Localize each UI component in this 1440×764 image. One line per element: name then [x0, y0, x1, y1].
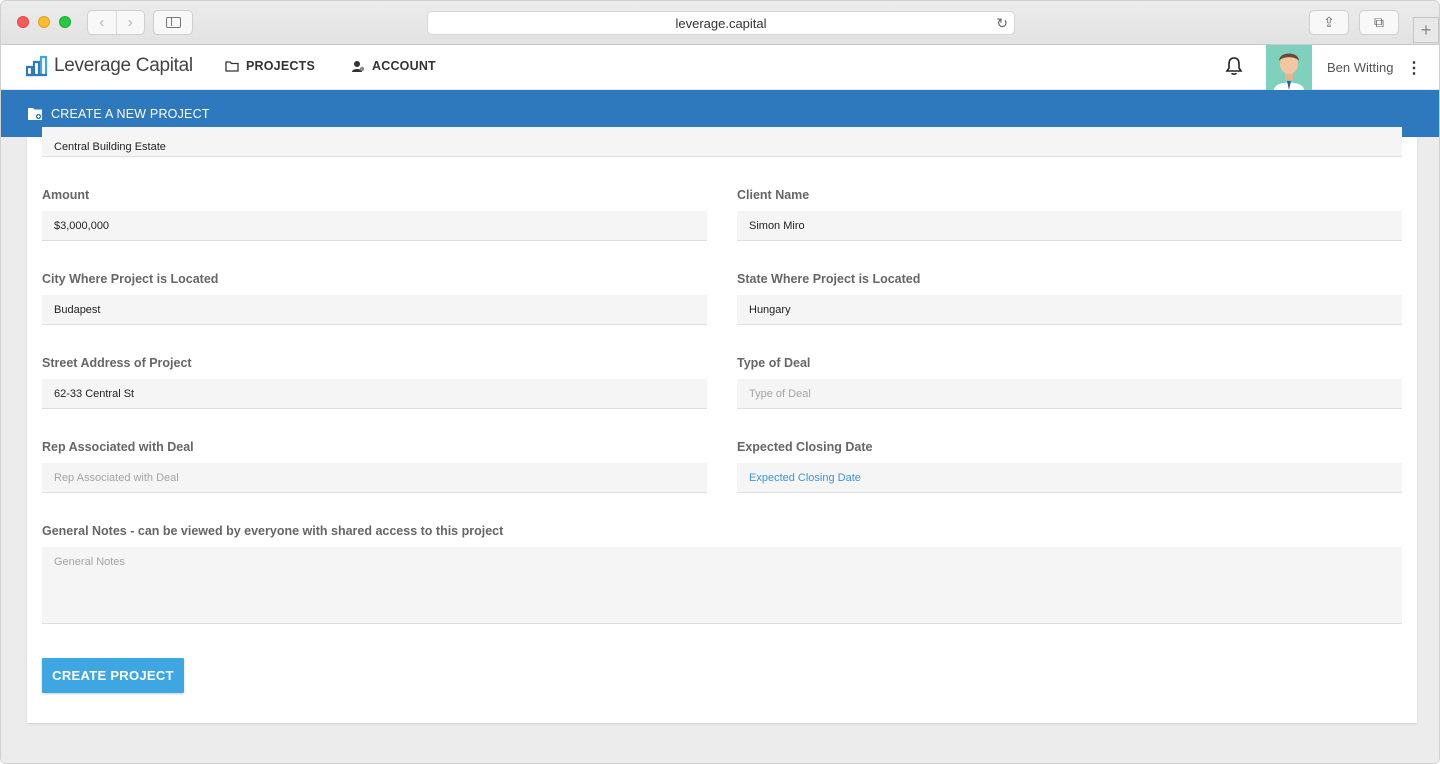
sidebar-toggle-button[interactable] — [153, 10, 193, 35]
nav-account[interactable]: ACCOUNT — [351, 59, 436, 73]
notes-label: General Notes - can be viewed by everyon… — [42, 524, 504, 538]
amount-input[interactable]: $3,000,000 — [42, 211, 707, 241]
avatar[interactable] — [1266, 45, 1312, 90]
bell-icon[interactable] — [1225, 56, 1243, 81]
state-input[interactable]: Hungary — [737, 295, 1402, 325]
account-icon — [351, 60, 365, 73]
share-icon: ⇪ — [1323, 14, 1335, 30]
nav-account-label: ACCOUNT — [372, 59, 436, 73]
street-label: Street Address of Project — [42, 356, 192, 370]
new-folder-icon — [27, 107, 43, 121]
app-header: Leverage Capital PROJECTS ACCOUNT Ben Wi… — [1, 45, 1439, 90]
state-label: State Where Project is Located — [737, 272, 921, 286]
folder-icon — [225, 60, 239, 72]
browser-toolbar: ‹ › leverage.capital ↻ ⇪ ⧉ + — [1, 1, 1439, 45]
reload-icon[interactable]: ↻ — [996, 15, 1008, 32]
sidebar-icon — [165, 17, 181, 28]
client-name-input[interactable]: Simon Miro — [737, 211, 1402, 241]
street-input[interactable]: 62-33 Central St — [42, 379, 707, 409]
new-tab-button[interactable]: + — [1413, 17, 1439, 43]
nav-projects-label: PROJECTS — [246, 59, 315, 73]
client-name-label: Client Name — [737, 188, 810, 202]
amount-label: Amount — [42, 188, 90, 202]
rep-label: Rep Associated with Deal — [42, 440, 194, 454]
closing-date-input[interactable]: Expected Closing Date — [737, 463, 1402, 493]
close-window-button[interactable] — [17, 16, 29, 28]
address-bar[interactable]: leverage.capital ↻ — [427, 11, 1015, 35]
deal-type-label: Type of Deal — [737, 356, 811, 370]
tabs-icon: ⧉ — [1374, 14, 1384, 30]
history-nav: ‹ › — [87, 10, 145, 35]
minimize-window-button[interactable] — [38, 16, 50, 28]
project-name-input[interactable]: Central Building Estate — [42, 127, 1402, 157]
city-input[interactable]: Budapest — [42, 295, 707, 325]
project-form-card: Central Building Estate Amount $3,000,00… — [27, 127, 1417, 723]
nav-projects[interactable]: PROJECTS — [225, 59, 315, 73]
more-vertical-icon[interactable]: ⋮ — [1406, 58, 1422, 78]
url-text: leverage.capital — [675, 15, 767, 31]
share-button[interactable]: ⇪ — [1309, 10, 1349, 35]
notes-textarea[interactable]: General Notes — [42, 547, 1402, 624]
deal-type-input[interactable]: Type of Deal — [737, 379, 1402, 409]
browser-window: ‹ › leverage.capital ↻ ⇪ ⧉ + Leverage Ca… — [0, 0, 1440, 764]
closing-date-label: Expected Closing Date — [737, 440, 873, 454]
page-title: CREATE A NEW PROJECT — [51, 106, 210, 121]
back-icon[interactable]: ‹ — [88, 11, 117, 34]
logo-icon — [25, 55, 48, 77]
forward-icon[interactable]: › — [117, 11, 145, 34]
rep-input[interactable]: Rep Associated with Deal — [42, 463, 707, 493]
brand-name: Leverage Capital — [54, 55, 193, 76]
city-label: City Where Project is Located — [42, 272, 219, 286]
user-name[interactable]: Ben Witting — [1327, 60, 1393, 75]
page-body: Central Building Estate Amount $3,000,00… — [1, 127, 1439, 763]
show-tabs-button[interactable]: ⧉ — [1359, 10, 1399, 35]
plus-icon: + — [1420, 19, 1432, 40]
zoom-window-button[interactable] — [59, 16, 71, 28]
brand-logo[interactable]: Leverage Capital — [25, 55, 193, 77]
create-project-button[interactable]: CREATE PROJECT — [42, 658, 184, 693]
